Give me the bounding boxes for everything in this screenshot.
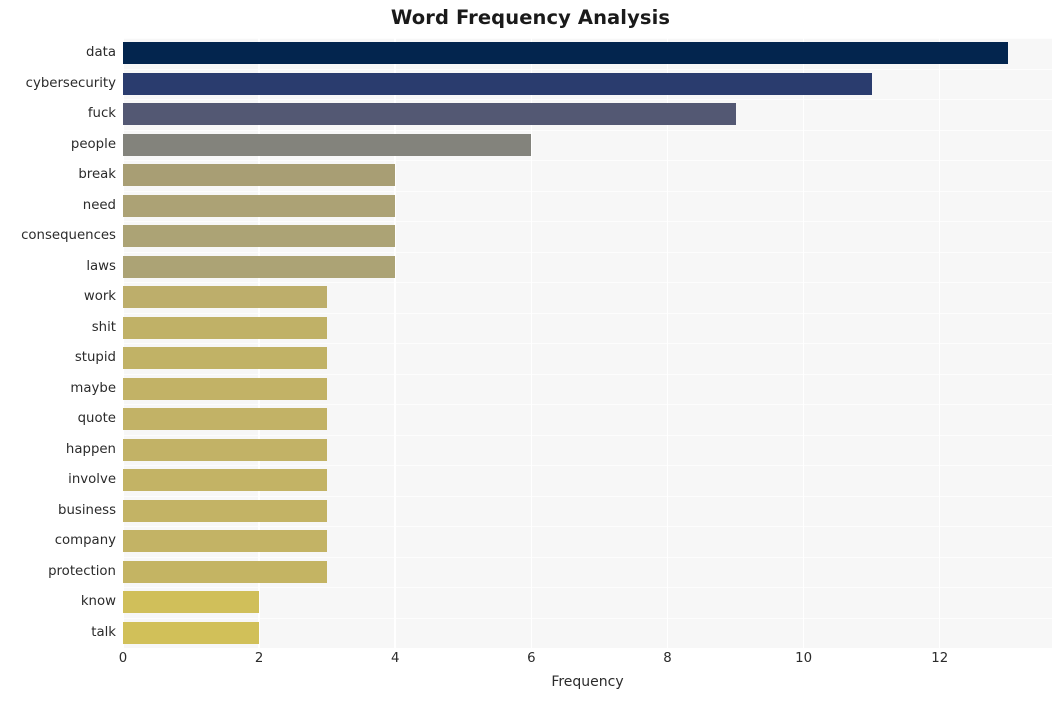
x-axis-tick-labels: 0 2 4 6 8 10 12 [0,651,1061,673]
vertical-gridline [802,38,805,648]
y-axis-tick-label: consequences [21,228,116,244]
horizontal-gridline [123,434,1052,436]
bar [123,377,328,400]
y-axis-tick-label: involve [68,472,116,488]
y-axis-tick-label: talk [91,624,116,640]
y-axis-tick-label: business [58,502,116,518]
vertical-gridline [938,38,941,648]
bar [123,316,328,339]
y-axis-tick-label: stupid [74,350,116,366]
x-axis-tick-label: 0 [118,651,128,666]
y-axis-tick-label: company [54,533,116,549]
x-axis-tick-label: 10 [795,651,813,666]
horizontal-gridline [123,587,1052,589]
horizontal-gridline [123,495,1052,497]
y-axis-tick-label: shit [91,319,116,335]
bar [123,469,328,492]
bar [123,225,396,248]
bar [123,42,1008,65]
bar [123,438,328,461]
y-axis-tick-label: need [82,197,116,213]
y-axis-labels: data cybersecurity fuck people break need cons… [0,38,116,648]
horizontal-gridline [123,221,1052,223]
bar [123,72,872,95]
horizontal-gridline [123,526,1052,528]
vertical-gridline [530,38,533,648]
y-axis-tick-label: break [78,167,116,183]
y-axis-tick-label: maybe [70,380,116,396]
bar [123,591,260,614]
horizontal-gridline [123,312,1052,314]
horizontal-gridline [123,404,1052,406]
x-axis-title: Frequency [551,674,624,690]
y-axis-tick-label: data [86,45,116,61]
bar [123,103,736,126]
bar [123,164,396,187]
bar [123,499,328,522]
vertical-gridline [666,38,669,648]
y-axis-tick-label: protection [48,563,116,579]
chart-title: Word Frequency Analysis [390,6,671,29]
bar [123,621,260,644]
horizontal-gridline [123,282,1052,284]
y-axis-tick-label: cybersecurity [25,75,116,91]
bar [123,194,396,217]
horizontal-gridline [123,343,1052,345]
y-axis-tick-label: know [80,594,116,610]
horizontal-gridline [123,617,1052,619]
x-axis-tick-label: 4 [391,651,400,666]
horizontal-gridline [123,465,1052,467]
horizontal-gridline [123,129,1052,131]
horizontal-gridline [123,160,1052,162]
bar [123,408,328,431]
x-axis-tick-label: 12 [931,651,949,666]
horizontal-gridline [123,556,1052,558]
vertical-gridline [394,38,397,648]
bar [123,133,532,156]
bar [123,560,328,583]
bar [123,255,396,278]
y-axis-tick-label: work [83,289,116,305]
chart-figure: Word Frequency Analysis data cybersecurit… [0,0,1061,701]
horizontal-gridline [123,38,1052,40]
x-axis-tick-label: 6 [527,651,536,666]
horizontal-gridline [123,190,1052,192]
plot-panel [123,38,1052,648]
horizontal-gridline [123,99,1052,101]
vertical-gridline [123,38,124,648]
y-axis-tick-label: fuck [87,106,116,122]
vertical-gridline [258,38,260,648]
bar [123,530,328,553]
x-axis-tick-label: 8 [663,651,672,666]
horizontal-gridline [123,373,1052,375]
bar [123,286,328,309]
bar [123,347,328,370]
y-axis-tick-label: laws [86,258,116,274]
y-axis-tick-label: people [70,136,116,152]
horizontal-gridline [123,251,1052,253]
horizontal-gridline [123,68,1052,70]
y-axis-tick-label: quote [77,411,116,427]
y-axis-tick-label: happen [65,441,116,457]
x-axis-tick-label: 2 [254,651,264,666]
